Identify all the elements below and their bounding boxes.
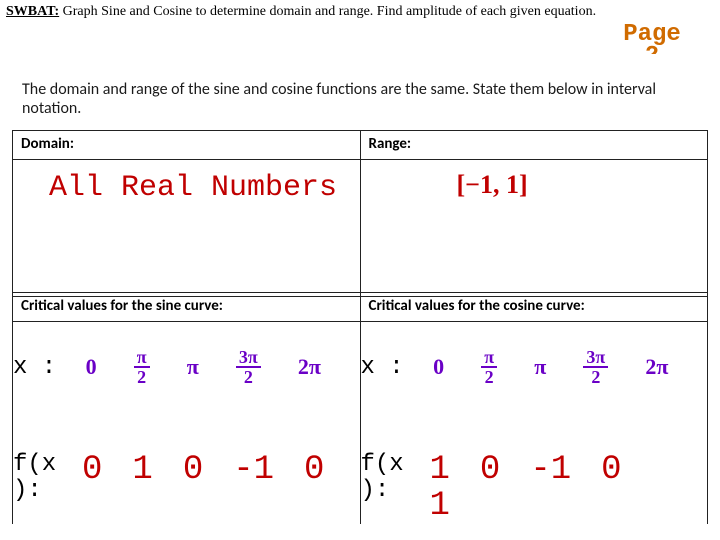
domain-range-table: Domain: Range: All Real Numbers [−1, 1] xyxy=(12,130,708,297)
fxval: -1 xyxy=(530,452,571,488)
xval: 0 xyxy=(86,354,97,380)
fx-label-b: ): xyxy=(13,477,42,504)
swbat-line: SWBAT: Graph Sine and Cosine to determin… xyxy=(6,4,714,20)
cosine-x-values: 0 π 2 π 3π 2 2π xyxy=(415,348,708,386)
fxval-top: 1 xyxy=(430,452,450,488)
fx-label: f(x ): xyxy=(361,452,415,504)
sine-x-values: 0 π 2 π 3π 2 2π xyxy=(67,348,360,386)
sine-fx-row: f(x ): 0 1 0 -1 0 xyxy=(13,452,360,504)
fxval: 0 xyxy=(601,452,621,488)
sine-fx-values: 0 1 0 -1 0 xyxy=(67,452,360,488)
frac-num: 3π xyxy=(236,348,261,368)
domain-cell: All Real Numbers xyxy=(13,160,361,297)
swbat-text: Graph Sine and Cosine to determine domai… xyxy=(63,4,596,19)
xval: π xyxy=(187,354,199,380)
x-label: x : xyxy=(361,354,415,381)
fx-label-a: f(x xyxy=(13,451,56,478)
xval: 0 xyxy=(433,354,444,380)
xval: 2π xyxy=(645,354,668,380)
fx-label-a: f(x xyxy=(361,451,404,478)
frac-den: 2 xyxy=(134,368,149,386)
range-header: Range: xyxy=(360,131,708,160)
cosine-fx-values: 1 1 0 -1 0 X xyxy=(415,452,708,524)
frac-num: π xyxy=(481,348,497,368)
page-number: Page 2 xyxy=(612,24,692,54)
fxval: 0 xyxy=(183,452,203,488)
xval: 2π xyxy=(298,354,321,380)
frac-den: 2 xyxy=(588,368,603,386)
fxval: 1 xyxy=(132,452,152,488)
cosine-fx-row: f(x ): 1 1 0 -1 0 X xyxy=(361,452,708,524)
xval: π 2 xyxy=(481,348,497,386)
critical-values-table: Critical values for the sine curve: Crit… xyxy=(12,292,708,524)
frac-den: 2 xyxy=(482,368,497,386)
fxval: 0 xyxy=(82,452,102,488)
domain-header: Domain: xyxy=(13,131,361,160)
fxval-bot: 1 xyxy=(430,488,450,524)
cosine-header: Critical values for the cosine curve: xyxy=(360,293,708,322)
fxval: 1 1 xyxy=(430,452,450,524)
intro-text: The domain and range of the sine and cos… xyxy=(22,80,698,118)
fxval: -1 xyxy=(233,452,274,488)
fxval: 0 xyxy=(304,452,324,488)
range-value: [−1, 1] xyxy=(397,170,692,200)
x-label: x : xyxy=(13,354,67,381)
fx-label-b: ): xyxy=(361,477,390,504)
frac-num: π xyxy=(134,348,150,368)
cosine-x-row: x : 0 π 2 π 3π 2 2π xyxy=(361,348,708,386)
xval: 3π 2 xyxy=(583,348,608,386)
xval: π 2 xyxy=(134,348,150,386)
fx-label: f(x ): xyxy=(13,452,67,504)
range-cell: [−1, 1] xyxy=(360,160,708,297)
slide: SWBAT: Graph Sine and Cosine to determin… xyxy=(0,0,720,540)
frac-num: 3π xyxy=(583,348,608,368)
sine-x-row: x : 0 π 2 π 3π 2 2π xyxy=(13,348,360,386)
sine-header: Critical values for the sine curve: xyxy=(13,293,361,322)
xval: 3π 2 xyxy=(236,348,261,386)
cosine-cell: x : 0 π 2 π 3π 2 2π xyxy=(360,322,708,525)
sine-cell: x : 0 π 2 π 3π 2 2π xyxy=(13,322,361,525)
swbat-label: SWBAT: xyxy=(6,4,59,19)
frac-den: 2 xyxy=(241,368,256,386)
fxval: 0 xyxy=(480,452,500,488)
domain-value: All Real Numbers xyxy=(49,170,344,206)
xval: π xyxy=(534,354,546,380)
